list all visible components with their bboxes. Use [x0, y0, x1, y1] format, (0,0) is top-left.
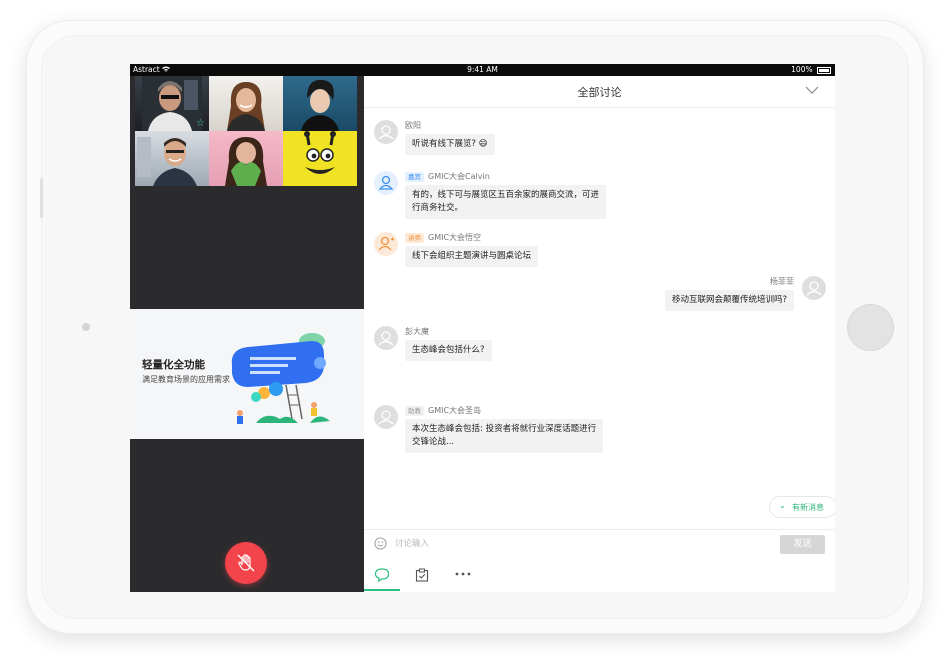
sender-name: 嘉宾 GMIC大会Calvin	[405, 171, 490, 182]
participant-video-grid: ☆	[135, 76, 358, 186]
video-panel: ☆ 轻量化全功能 满足教育场景的应用需求	[130, 76, 364, 592]
avatar	[374, 326, 398, 350]
discussion-title: 全部讨论	[577, 86, 622, 99]
participant-video[interactable]: ☆	[135, 76, 209, 131]
message-bubble: 有的，线下可与展览区五百余家的展商交流，可进 行商务社交。	[405, 185, 607, 219]
bottom-tab-bar	[364, 557, 835, 592]
sender-name: 欧阳	[405, 121, 421, 130]
discussion-input[interactable]: 讨论输入	[395, 537, 429, 549]
discussion-panel: 全部讨论 欧阳 听说有线下展览? 😄 嘉宾 GMIC大会Calvin 有的，线下可…	[364, 76, 835, 592]
user-icon	[378, 175, 394, 190]
star-icon: ☆	[196, 118, 205, 129]
sender-name: 彭大魔	[405, 327, 429, 336]
message-bubble: 本次生态峰会包括: 投资者将就行业深度话题进行 交锋论战...	[405, 419, 604, 453]
message-bubble: 听说有线下展览? 😄	[405, 134, 495, 155]
raise-hand-button[interactable]	[225, 542, 267, 584]
hand-mute-icon	[237, 554, 255, 572]
tab-chat[interactable]	[364, 557, 400, 591]
user-icon	[378, 125, 394, 140]
promo-banner: 轻量化全功能 满足教育场景的应用需求	[130, 309, 364, 439]
participant-video[interactable]	[209, 76, 283, 131]
chat-message: 彭大魔 生态峰会包括什么?	[364, 322, 835, 372]
participant-video[interactable]	[283, 131, 357, 186]
user-icon	[378, 236, 394, 251]
promo-subtitle: 满足教育场景的应用需求	[142, 375, 230, 384]
status-time: 9:41 AM	[467, 65, 498, 74]
user-icon	[378, 410, 394, 425]
user-icon	[806, 281, 822, 296]
message-bubble: 移动互联网会颠覆传统培训吗?	[664, 290, 794, 311]
battery-icon	[817, 66, 831, 74]
clipboard-icon	[415, 568, 429, 582]
chat-message: 讲师 GMIC大会悟空 线下会组织主题演讲与圆桌论坛	[364, 228, 835, 278]
participant-video[interactable]	[209, 131, 283, 186]
avatar	[802, 276, 826, 300]
sender-name: 助教 GMIC大会圣岛	[405, 405, 481, 416]
message-bubble: 线下会组织主题演讲与圆桌论坛	[405, 246, 539, 267]
participant-video[interactable]	[135, 131, 209, 186]
battery-label: 100%	[791, 65, 813, 74]
participant-video[interactable]	[283, 76, 357, 131]
tab-tasks[interactable]	[404, 557, 440, 591]
guest-badge: 嘉宾	[405, 172, 424, 182]
chat-icon	[374, 568, 390, 582]
home-button[interactable]	[847, 304, 894, 351]
chat-message: 助教 GMIC大会圣岛 本次生态峰会包括: 投资者将就行业深度话题进行 交锋论战.…	[364, 401, 835, 461]
chat-message: 欧阳 听说有线下展览? 😄	[364, 112, 835, 162]
chat-message: 杨菲菲 移动互联网会颠覆传统培训吗?	[364, 272, 835, 322]
emoji-icon[interactable]	[374, 537, 387, 550]
send-button[interactable]: 发送	[780, 535, 825, 554]
sender-name: 讲师 GMIC大会悟空	[405, 232, 481, 243]
front-camera	[82, 323, 90, 331]
lecturer-badge: 讲师	[405, 233, 424, 243]
status-bar: Astract 9:41 AM 100%	[130, 64, 835, 76]
new-messages-button[interactable]: ⌄ 有新消息	[769, 496, 835, 518]
message-bubble: 生态峰会包括什么?	[405, 340, 492, 361]
avatar	[374, 232, 398, 256]
avatar	[374, 120, 398, 144]
chat-message: 嘉宾 GMIC大会Calvin 有的，线下可与展览区五百余家的展商交流，可进 行商…	[364, 167, 835, 227]
chevron-down-icon[interactable]	[805, 86, 819, 94]
promo-title: 轻量化全功能	[142, 359, 205, 371]
app-screen: Astract 9:41 AM 100% ☆ 轻量化全功能 满足教育场景的应用需…	[130, 64, 835, 592]
user-icon	[378, 331, 394, 346]
new-messages-label: 有新消息	[792, 503, 824, 512]
volume-button	[40, 178, 43, 218]
message-input-bar: 讨论输入 发送	[364, 529, 835, 558]
assistant-badge: 助教	[405, 406, 424, 416]
avatar	[374, 171, 398, 195]
chevron-down-icon: ⌄	[779, 501, 786, 510]
more-icon	[455, 572, 471, 576]
discussion-header: 全部讨论	[364, 76, 835, 108]
promo-illustration	[231, 333, 330, 424]
avatar	[374, 405, 398, 429]
sender-name: 杨菲菲	[770, 277, 794, 286]
tab-more[interactable]	[445, 557, 481, 591]
